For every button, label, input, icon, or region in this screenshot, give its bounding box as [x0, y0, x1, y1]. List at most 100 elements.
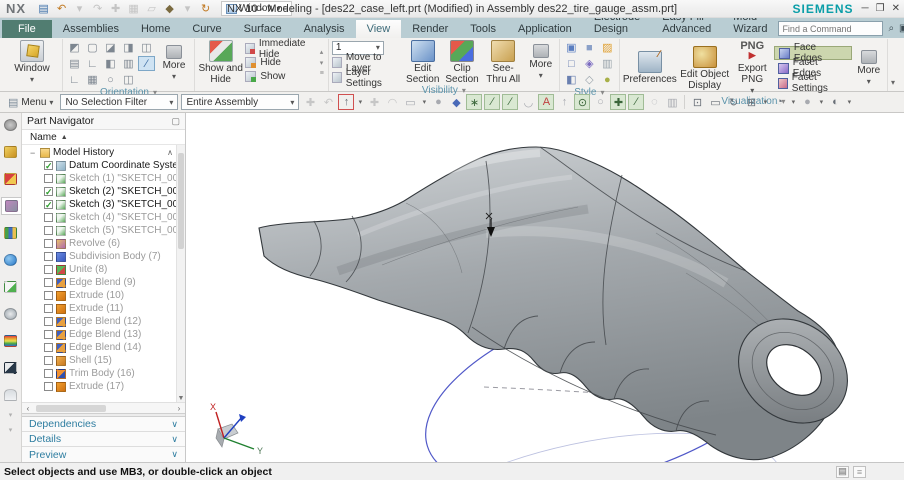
preferences-button[interactable]: Preferences [623, 49, 677, 85]
history-palette-button[interactable] [1, 305, 21, 323]
tab-view[interactable]: View [355, 20, 402, 38]
swap-view-icon[interactable]: ↶ [320, 94, 336, 110]
feature-checkbox[interactable] [44, 382, 53, 391]
angle-point-icon[interactable]: A [538, 94, 555, 110]
feature-checkbox[interactable] [44, 291, 53, 300]
model-history-root-row[interactable]: − Model History ∧ [22, 146, 185, 159]
tree-row[interactable]: ✓ Sketch (2) "SKETCH_001_ [22, 185, 185, 198]
brush-dropdown-icon[interactable]: ▾ [180, 2, 195, 16]
center-point-icon[interactable]: ⊙ [574, 94, 591, 110]
orientation-more-button[interactable]: More ▾ [157, 45, 191, 82]
tab-application[interactable]: Application [507, 20, 583, 38]
tree-row[interactable]: Edge Blend (13) [22, 328, 185, 341]
tree-horizontal-scrollbar[interactable]: ‹ › [22, 402, 185, 413]
isometric-view-icon[interactable]: ▢ [84, 40, 101, 55]
perspective-icon[interactable]: ◫ [120, 72, 137, 87]
tree-row[interactable]: Extrude (17) [22, 380, 185, 393]
face-analysis-icon[interactable]: ▥ [599, 56, 616, 71]
wireframe-dim-icon[interactable]: ▨ [599, 40, 616, 55]
static-wireframe-icon[interactable]: ◇ [581, 72, 598, 87]
wireframe-icon[interactable]: □ [563, 56, 580, 71]
feature-checkbox[interactable] [44, 265, 53, 274]
tree-row[interactable]: Sketch (1) "SKETCH_000_ [22, 172, 185, 185]
feature-checkbox[interactable] [44, 213, 53, 222]
edit-object-display-button[interactable]: Edit Object Display [679, 45, 731, 91]
feature-checkbox[interactable] [44, 343, 53, 352]
layer-settings-button[interactable]: Layer Settings [331, 67, 402, 89]
select-dropdown-icon[interactable]: ▾ [420, 94, 428, 110]
tree-row[interactable]: Unite (8) [22, 263, 185, 276]
window-switch-button[interactable]: Window ▾ ≡ [221, 1, 293, 16]
paste-icon[interactable]: ▱ [144, 2, 159, 16]
sphere-icon[interactable]: ● [430, 94, 446, 110]
redo-icon[interactable]: ↷ [90, 2, 105, 16]
resource-bar-scroll-icon[interactable]: ▾ [9, 412, 13, 419]
edit-section-button[interactable]: Edit Section [404, 40, 441, 85]
point-on-line-icon[interactable]: ∕ [628, 94, 645, 110]
show-button[interactable]: Show [245, 70, 316, 83]
scrollbar-thumb[interactable] [36, 404, 106, 412]
dependencies-section[interactable]: Dependencies ∨ [22, 417, 185, 432]
shaded-with-edges-icon[interactable]: ▣ [563, 40, 580, 55]
rotate-icon[interactable]: ↻ [725, 94, 741, 110]
feature-checkbox[interactable] [44, 304, 53, 313]
bottom-view-icon[interactable]: ◧ [102, 56, 119, 71]
back-view-icon[interactable]: ∟ [84, 56, 101, 71]
visual-reports-button[interactable] [1, 332, 21, 350]
tab-file[interactable]: File [2, 20, 52, 38]
tab-home[interactable]: Home [130, 20, 181, 38]
feature-checkbox[interactable] [44, 174, 53, 183]
selection-button[interactable] [1, 359, 21, 377]
zoom-box-icon[interactable]: ▭ [707, 94, 723, 110]
feature-checkbox[interactable]: ✓ [44, 161, 53, 171]
group-shrink-controls[interactable]: ▴ ▾ ≡ [319, 48, 325, 77]
grid-view-icon[interactable]: ▦ [84, 72, 101, 87]
scroll-down-icon[interactable]: ▼ [177, 395, 185, 402]
clip-icon[interactable]: ◐ [827, 94, 843, 110]
immediate-hide-button[interactable]: Immediate Hide [245, 38, 316, 60]
status-grid-icon[interactable]: ▤ [836, 465, 849, 478]
corner-view-icon[interactable]: ∟ [66, 72, 83, 87]
fit-view-icon[interactable]: ▥ [120, 56, 137, 71]
preview-section[interactable]: Preview ∨ [22, 447, 185, 462]
tab-tools[interactable]: Tools [459, 20, 507, 38]
window-button[interactable]: Window ▾ [5, 40, 59, 85]
copy-icon[interactable]: ▦ [126, 2, 141, 16]
fit-view-icon[interactable]: ↑ [338, 94, 355, 110]
studio-icon[interactable]: ◈ [581, 56, 598, 71]
graphics-viewport[interactable]: X Y [186, 113, 904, 462]
wcs-triad[interactable]: X Y [210, 402, 263, 456]
clip-dropdown-icon[interactable]: ▾ [845, 94, 853, 110]
minimize-button[interactable]: ─ [862, 3, 869, 14]
undo-dropdown-icon[interactable]: ▾ [72, 2, 87, 16]
feature-checkbox[interactable] [44, 369, 53, 378]
tab-surface[interactable]: Surface [233, 20, 293, 38]
tree-row[interactable]: Sketch (5) "SKETCH_000: [22, 224, 185, 237]
undo-icon[interactable]: ↶ [54, 2, 69, 16]
circle-icon[interactable]: ○ [592, 94, 608, 110]
tree-row[interactable]: Trim Body (16) [22, 367, 185, 380]
point-on-curve-icon[interactable]: ◡ [520, 94, 536, 110]
snap-settings-icon[interactable]: ▥ [664, 94, 680, 110]
right-view-icon[interactable]: ◫ [138, 40, 155, 55]
tree-row[interactable]: Shell (15) [22, 354, 185, 367]
menu-button[interactable]: ▤ Menu ▾ [4, 95, 57, 110]
tab-assemblies[interactable]: Assemblies [52, 20, 130, 38]
assembly-navigator-button[interactable] [1, 143, 21, 161]
name-column-header[interactable]: Name ▲ [22, 130, 185, 145]
partially-shaded-icon[interactable]: ◧ [563, 72, 580, 87]
tree-row[interactable]: Sketch (4) "SKETCH_003_ [22, 211, 185, 224]
rectangle-select-icon[interactable]: ▭ [402, 94, 418, 110]
see-thru-all-button[interactable]: See-Thru All [483, 40, 524, 85]
tree-row[interactable]: Edge Blend (9) [22, 276, 185, 289]
vertex-icon[interactable]: ↑ [556, 94, 572, 110]
render-dropdown-icon[interactable]: ▾ [817, 94, 825, 110]
feature-checkbox[interactable] [44, 252, 53, 261]
explode-icon[interactable]: ✚ [302, 94, 318, 110]
selection-scope-dropdown[interactable]: Entire Assembly ▾ [181, 94, 300, 110]
render-icon[interactable]: ● [799, 94, 815, 110]
mid-point-icon[interactable]: ∕ [502, 94, 519, 110]
visualization-more-button[interactable]: More ▾ [854, 49, 884, 87]
resource-bar-overflow-icon[interactable]: ▾ [9, 427, 13, 434]
tree-row[interactable]: Subdivision Body (7) [22, 250, 185, 263]
